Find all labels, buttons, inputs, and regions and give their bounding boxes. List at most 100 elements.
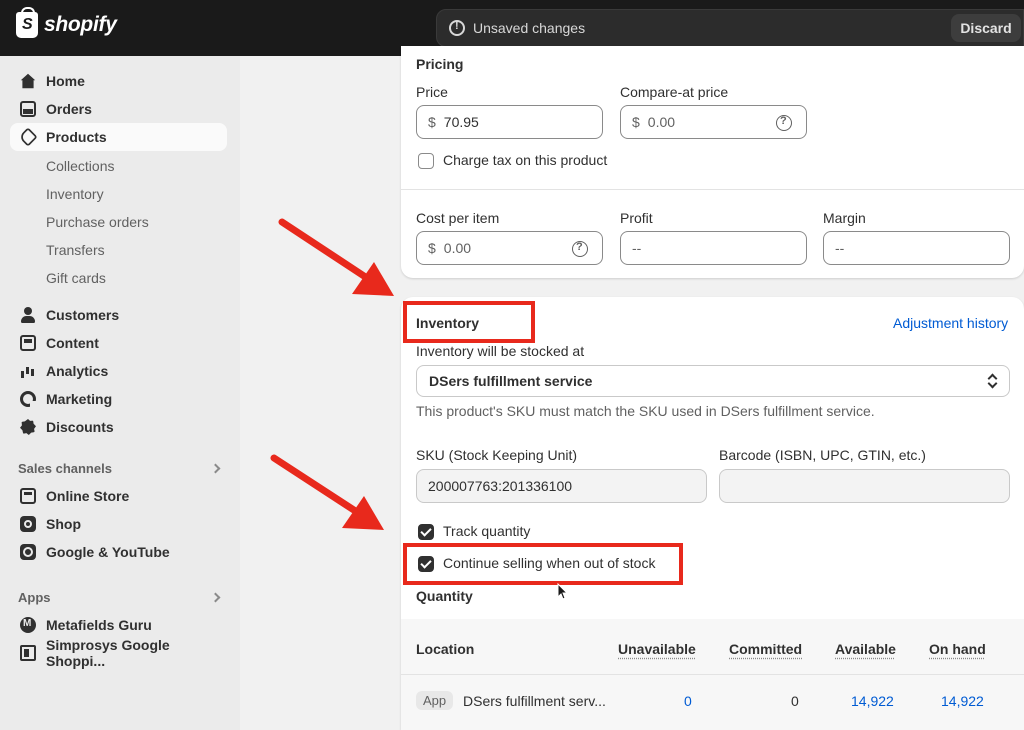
- row-on-hand[interactable]: 14,922: [941, 693, 984, 709]
- analytics-icon: [20, 363, 36, 379]
- discounts-icon: [20, 419, 36, 435]
- col-committed: Committed: [729, 641, 803, 657]
- sidebar-item-customers[interactable]: Customers: [10, 301, 227, 329]
- quantity-title: Quantity: [416, 588, 473, 604]
- shop-icon: [20, 516, 36, 532]
- sidebar-item-orders[interactable]: Orders: [10, 95, 227, 123]
- sidebar-subitem-purchase-orders[interactable]: Purchase orders: [46, 214, 149, 230]
- col-location: Location: [416, 641, 475, 657]
- barcode-label: Barcode (ISBN, UPC, GTIN, etc.): [719, 447, 926, 463]
- sidebar-subitem-transfers[interactable]: Transfers: [46, 242, 105, 258]
- simprosys-icon: [20, 645, 36, 661]
- sidebar-item-label: Products: [46, 129, 107, 145]
- help-icon[interactable]: [572, 241, 588, 257]
- adjustment-history-link[interactable]: Adjustment history: [893, 315, 1008, 331]
- margin-field: --: [823, 231, 1010, 265]
- sidebar-item-discounts[interactable]: Discounts: [10, 413, 227, 441]
- pricing-title: Pricing: [416, 56, 464, 72]
- profit-field: --: [620, 231, 807, 265]
- shopify-bag-icon: S: [16, 7, 38, 38]
- metafields-icon: [20, 617, 36, 633]
- unsaved-changes-text: Unsaved changes: [473, 20, 586, 36]
- sidebar-item-analytics[interactable]: Analytics: [10, 357, 227, 385]
- sidebar-item-metafields-guru[interactable]: Metafields Guru: [10, 611, 227, 639]
- sidebar-item-label: Metafields Guru: [46, 617, 152, 633]
- cost-per-item-value: 0.00: [443, 240, 472, 256]
- sidebar-item-google-youtube[interactable]: Google & YouTube: [10, 538, 227, 566]
- sidebar-item-simprosys[interactable]: Simprosys Google Shoppi...: [10, 637, 227, 669]
- continue-selling-highlight-box: [403, 543, 683, 585]
- sku-input[interactable]: 200007763:201336100: [416, 469, 707, 503]
- sidebar-item-shop[interactable]: Shop: [10, 510, 227, 538]
- row-unavailable[interactable]: 0: [684, 693, 692, 709]
- inventory-highlight-box: [403, 301, 535, 343]
- compare-at-price-input[interactable]: $ 0.00: [620, 105, 807, 139]
- shopify-logo[interactable]: S shopify: [16, 7, 117, 38]
- price-input[interactable]: $ 70.95: [416, 105, 603, 139]
- currency-prefix: $: [428, 114, 436, 130]
- sidebar-item-label: Shop: [46, 516, 81, 532]
- logo-text: shopify: [44, 13, 117, 36]
- unsaved-changes-bar: Unsaved changes Discard: [436, 9, 1024, 47]
- apps-heading: Apps: [18, 590, 51, 605]
- sidebar-subitem-collections[interactable]: Collections: [46, 158, 114, 174]
- marketing-icon: [20, 391, 36, 407]
- mouse-cursor-icon: [557, 583, 569, 600]
- compare-at-price-value: 0.00: [647, 114, 676, 130]
- alert-icon: [449, 20, 465, 36]
- cost-per-item-input[interactable]: $ 0.00: [416, 231, 603, 265]
- compare-at-price-label: Compare-at price: [620, 84, 729, 100]
- sidebar-subitem-gift-cards[interactable]: Gift cards: [46, 270, 106, 286]
- sales-channels-chevron-icon[interactable]: [210, 463, 221, 474]
- app-badge: App: [416, 691, 454, 710]
- arrow-to-continue-selling-icon: [270, 454, 384, 530]
- price-value: 70.95: [443, 114, 479, 130]
- help-icon[interactable]: [776, 115, 792, 131]
- sidebar-item-home[interactable]: Home: [10, 67, 227, 95]
- sidebar-item-products[interactable]: Products: [10, 123, 227, 151]
- stocked-at-value: DSers fulfillment service: [429, 373, 593, 389]
- currency-prefix: $: [632, 114, 640, 130]
- sidebar: Home Orders Products Collections Invento…: [0, 56, 240, 730]
- apps-chevron-icon[interactable]: [210, 592, 221, 603]
- orders-icon: [20, 101, 36, 117]
- col-on-hand: On hand: [929, 641, 986, 657]
- charge-tax-label: Charge tax on this product: [443, 152, 608, 168]
- sidebar-item-label: Online Store: [46, 488, 130, 504]
- sidebar-subitem-inventory[interactable]: Inventory: [46, 186, 104, 202]
- sidebar-item-label: Home: [46, 73, 85, 89]
- col-unavailable: Unavailable: [618, 641, 696, 657]
- sidebar-item-label: Orders: [46, 101, 92, 117]
- row-location: DSers fulfillment serv...: [463, 693, 606, 709]
- sidebar-item-marketing[interactable]: Marketing: [10, 385, 227, 413]
- sidebar-item-online-store[interactable]: Online Store: [10, 482, 227, 510]
- sidebar-item-label: Content: [46, 335, 99, 351]
- table-divider: [401, 674, 1024, 675]
- online-store-icon: [20, 488, 36, 504]
- sku-label: SKU (Stock Keeping Unit): [416, 447, 578, 463]
- profit-label: Profit: [620, 210, 653, 226]
- arrow-to-inventory-icon: [278, 218, 394, 296]
- row-committed: 0: [791, 693, 799, 709]
- stocked-at-label: Inventory will be stocked at: [416, 343, 585, 359]
- sidebar-item-label: Customers: [46, 307, 120, 323]
- products-icon: [18, 127, 38, 147]
- sales-channels-heading: Sales channels: [18, 461, 112, 476]
- margin-label: Margin: [823, 210, 866, 226]
- charge-tax-checkbox[interactable]: [418, 153, 434, 169]
- discard-button[interactable]: Discard: [951, 14, 1021, 42]
- sidebar-item-label: Marketing: [46, 391, 113, 407]
- select-chevron-icon: [987, 374, 997, 388]
- currency-prefix: $: [428, 240, 436, 256]
- content-icon: [20, 335, 36, 351]
- quantity-table: Location Unavailable Committed Available…: [401, 619, 1024, 730]
- track-quantity-checkbox[interactable]: [418, 524, 434, 540]
- sidebar-item-label: Analytics: [46, 363, 109, 379]
- cost-per-item-label: Cost per item: [416, 210, 500, 226]
- sidebar-item-label: Discounts: [46, 419, 114, 435]
- stocked-at-select[interactable]: DSers fulfillment service: [416, 365, 1010, 397]
- sku-help-text: This product's SKU must match the SKU us…: [416, 403, 875, 419]
- sidebar-item-content[interactable]: Content: [10, 329, 227, 357]
- barcode-input[interactable]: [719, 469, 1010, 503]
- row-available[interactable]: 14,922: [851, 693, 894, 709]
